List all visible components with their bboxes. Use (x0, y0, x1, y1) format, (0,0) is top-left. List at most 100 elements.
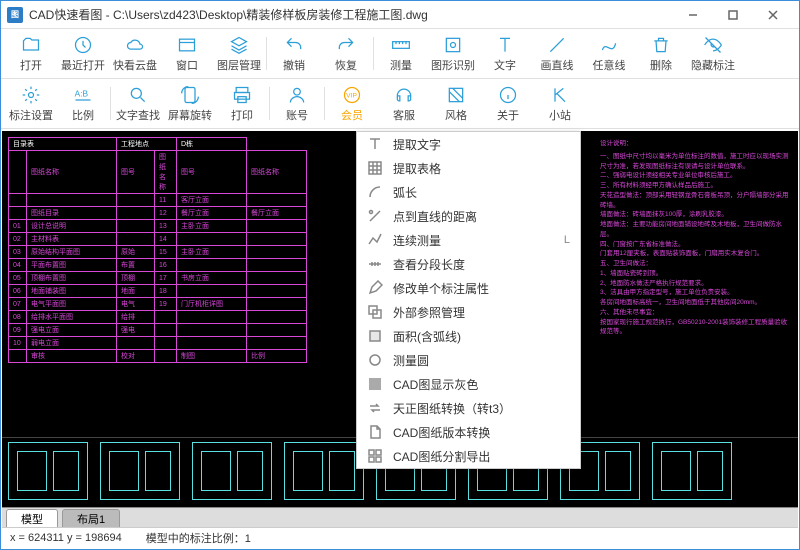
toolbar-隐藏标注[interactable]: 隐藏标注 (687, 31, 739, 76)
close-button[interactable] (753, 1, 793, 29)
账号-icon (287, 85, 307, 105)
图形识别-icon (443, 35, 463, 55)
minimize-button[interactable] (673, 1, 713, 29)
thumbnail[interactable] (8, 442, 88, 500)
note-line: 门套用12厘夹板，表面贴装饰面板，门扇用实木复合门。 (600, 249, 790, 259)
thumbnail[interactable] (652, 442, 732, 500)
thumbnail[interactable] (100, 442, 180, 500)
circle-icon (367, 352, 383, 368)
toolbar-客服[interactable]: 客服 (378, 81, 430, 126)
标注设置-icon (21, 85, 41, 105)
图层管理-icon (229, 35, 249, 55)
table-row: 08给排水平面图给排 (9, 311, 307, 324)
layout-tabbar: 模型 布局1 (2, 507, 798, 527)
area-icon (367, 328, 383, 344)
toolbar-图层管理[interactable]: 图层管理 (213, 31, 265, 76)
menu-item-split[interactable]: CAD图纸分割导出 (357, 444, 580, 468)
tools-dropdown-menu: 提取文字提取表格弧长点到直线的距离连续测量L查看分段长度修改单个标注属性外部参照… (356, 131, 581, 469)
toolbar-测量[interactable]: 测量 (375, 31, 427, 76)
titlebar: 图 CAD快速看图 - C:\Users\zd423\Desktop\精装修样板… (1, 1, 799, 29)
任意线-icon (599, 35, 619, 55)
table-row: 09强电立面强电 (9, 324, 307, 337)
thumbnail[interactable] (284, 442, 364, 500)
ver-icon (367, 424, 383, 440)
app-icon: 图 (7, 7, 23, 23)
design-notes: 设计说明： 一、图纸中尺寸均以毫米为单位标注的数值，施工时应以现场实测尺寸为准，… (600, 139, 790, 337)
svg-text:VIP: VIP (346, 92, 357, 99)
menu-item-circle[interactable]: 测量圆 (357, 348, 580, 372)
toolbar-会员[interactable]: VIP会员 (326, 81, 378, 126)
note-line: 一、图纸中尺寸均以毫米为单位标注的数值，施工时应以现场实测尺寸为准，若发现图纸标… (600, 152, 790, 172)
toolbar-最近打开[interactable]: 最近打开 (57, 31, 109, 76)
tab-model[interactable]: 模型 (6, 509, 58, 527)
toolbar-文字查找[interactable]: 文字查找 (112, 81, 164, 126)
maximize-button[interactable] (713, 1, 753, 29)
toolbar-图形识别[interactable]: 图形识别 (427, 31, 479, 76)
note-line: 五、卫生间做法： (600, 259, 790, 269)
note-line: 各房间地面标高统一，卫生间地面低于其他房间20mm。 (600, 298, 790, 308)
toolbar-小站[interactable]: 小站 (534, 81, 586, 126)
文字查找-icon (128, 85, 148, 105)
conv-icon (367, 400, 383, 416)
快看云盘-icon (125, 35, 145, 55)
toolbar-删除[interactable]: 删除 (635, 31, 687, 76)
gray-icon (367, 376, 383, 392)
sheet-index-table: 目录表工程地点D栋 图纸名称图号图纸名称图号图纸名称 11客厅立面图纸目录12餐… (8, 137, 307, 363)
打印-icon (232, 85, 252, 105)
最近打开-icon (73, 35, 93, 55)
note-line: 天花造型做法：顶部采用轻钢龙骨石膏板吊顶，分户隔墙部分采用砖墙。 (600, 191, 790, 211)
toolbar-标注设置[interactable]: 标注设置 (5, 81, 57, 126)
toolbar-快看云盘[interactable]: 快看云盘 (109, 31, 161, 76)
toolbar-窗口[interactable]: 窗口 (161, 31, 213, 76)
关于-icon (498, 85, 518, 105)
文字-icon (495, 35, 515, 55)
table-row: 02主材料表14 (9, 233, 307, 246)
thumbnail[interactable] (192, 442, 272, 500)
删除-icon (651, 35, 671, 55)
edit-icon (367, 280, 383, 296)
note-line: 三、所有材料须经甲方确认样品后施工。 (600, 181, 790, 191)
note-line: 3、洁具由甲方指定型号，施工单位负责安装。 (600, 288, 790, 298)
恢复-icon (336, 35, 356, 55)
menu-item-text[interactable]: 提取文字 (357, 132, 580, 156)
tab-layout1[interactable]: 布局1 (62, 509, 120, 527)
toolbar-打开[interactable]: 打开 (5, 31, 57, 76)
text-icon (367, 136, 383, 152)
toolbar-风格[interactable]: 风格 (430, 81, 482, 126)
note-line: 1、墙面贴瓷砖到顶。 (600, 269, 790, 279)
toolbar-屏幕旋转[interactable]: 屏幕旋转 (164, 81, 216, 126)
toolbar-画直线[interactable]: 画直线 (531, 31, 583, 76)
toolbar-账号[interactable]: 账号 (271, 81, 323, 126)
toolbar-打印[interactable]: 打印 (216, 81, 268, 126)
toolbar-关于[interactable]: 关于 (482, 81, 534, 126)
menu-item-cont[interactable]: 连续测量L (357, 228, 580, 252)
menu-item-gray[interactable]: CAD图显示灰色 (357, 372, 580, 396)
split-icon (367, 448, 383, 464)
menu-item-ver[interactable]: CAD图纸版本转换 (357, 420, 580, 444)
menu-item-area[interactable]: 面积(含弧线) (357, 324, 580, 348)
table-row: 10弱电立面 (9, 337, 307, 350)
toolbar-撤销[interactable]: 撤销 (268, 31, 320, 76)
menu-item-seg[interactable]: 查看分段长度 (357, 252, 580, 276)
note-line: 四、门窗按广东省标准做法。 (600, 240, 790, 250)
menu-item-dist[interactable]: 点到直线的距离 (357, 204, 580, 228)
menu-item-edit[interactable]: 修改单个标注属性 (357, 276, 580, 300)
toolbar-row-2: 标注设置A:B比例文字查找屏幕旋转打印账号VIP会员客服风格关于小站 (1, 79, 799, 129)
menu-item-conv[interactable]: 天正图纸转换（转t3） (357, 396, 580, 420)
table-row: 05顶棚布置图顶棚17书房立面 (9, 272, 307, 285)
toolbar-任意线[interactable]: 任意线 (583, 31, 635, 76)
menu-item-table[interactable]: 提取表格 (357, 156, 580, 180)
隐藏标注-icon (703, 35, 723, 55)
toolbar-文字[interactable]: 文字 (479, 31, 531, 76)
toolbar-恢复[interactable]: 恢复 (320, 31, 372, 76)
menu-item-arc[interactable]: 弧长 (357, 180, 580, 204)
table-row: 07电气平面图电气19门厅机柜详图 (9, 298, 307, 311)
menu-item-xref[interactable]: 外部参照管理 (357, 300, 580, 324)
svg-text:A:B: A:B (75, 88, 89, 98)
打开-icon (21, 35, 41, 55)
xref-icon (367, 304, 383, 320)
table-row: 06地面铺装图地面18 (9, 285, 307, 298)
window-title: CAD快速看图 - C:\Users\zd423\Desktop\精装修样板房装… (29, 6, 673, 23)
toolbar-比例[interactable]: A:B比例 (57, 81, 109, 126)
toolbar-row-1: 打开最近打开快看云盘窗口图层管理撤销恢复测量图形识别文字画直线任意线删除隐藏标注 (1, 29, 799, 79)
